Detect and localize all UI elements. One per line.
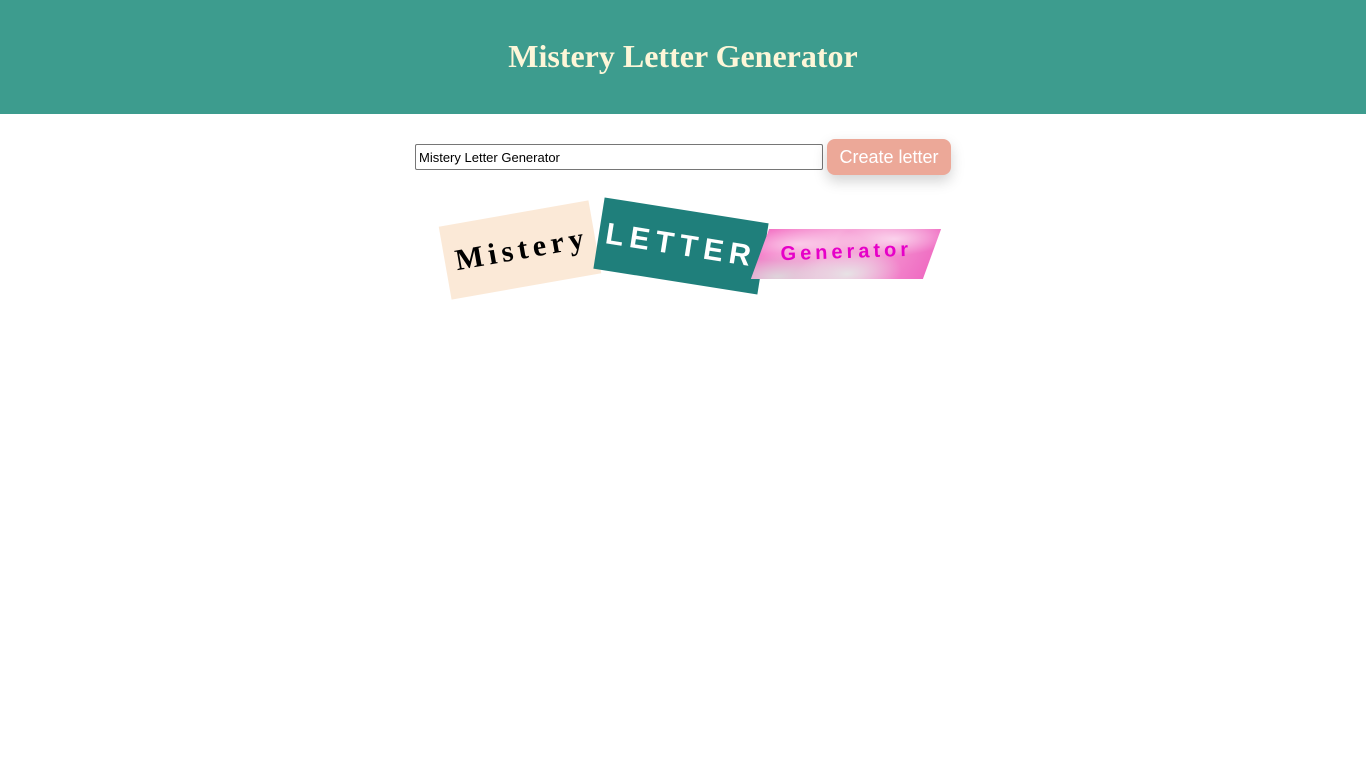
page-title: Mistery Letter Generator xyxy=(508,37,858,74)
generated-letter: Mistery LETTER Generator xyxy=(430,195,950,315)
letter-word-3-text: Generator xyxy=(780,238,913,265)
create-letter-button[interactable]: Create letter xyxy=(827,139,951,175)
letter-text-input[interactable] xyxy=(415,144,823,170)
letter-word-3: Generator xyxy=(750,229,942,279)
letter-word-1: Mistery xyxy=(438,200,602,300)
letter-word-2: LETTER xyxy=(593,197,769,295)
page-header: Mistery Letter Generator xyxy=(0,0,1366,114)
letter-form: Create letter xyxy=(415,139,951,175)
